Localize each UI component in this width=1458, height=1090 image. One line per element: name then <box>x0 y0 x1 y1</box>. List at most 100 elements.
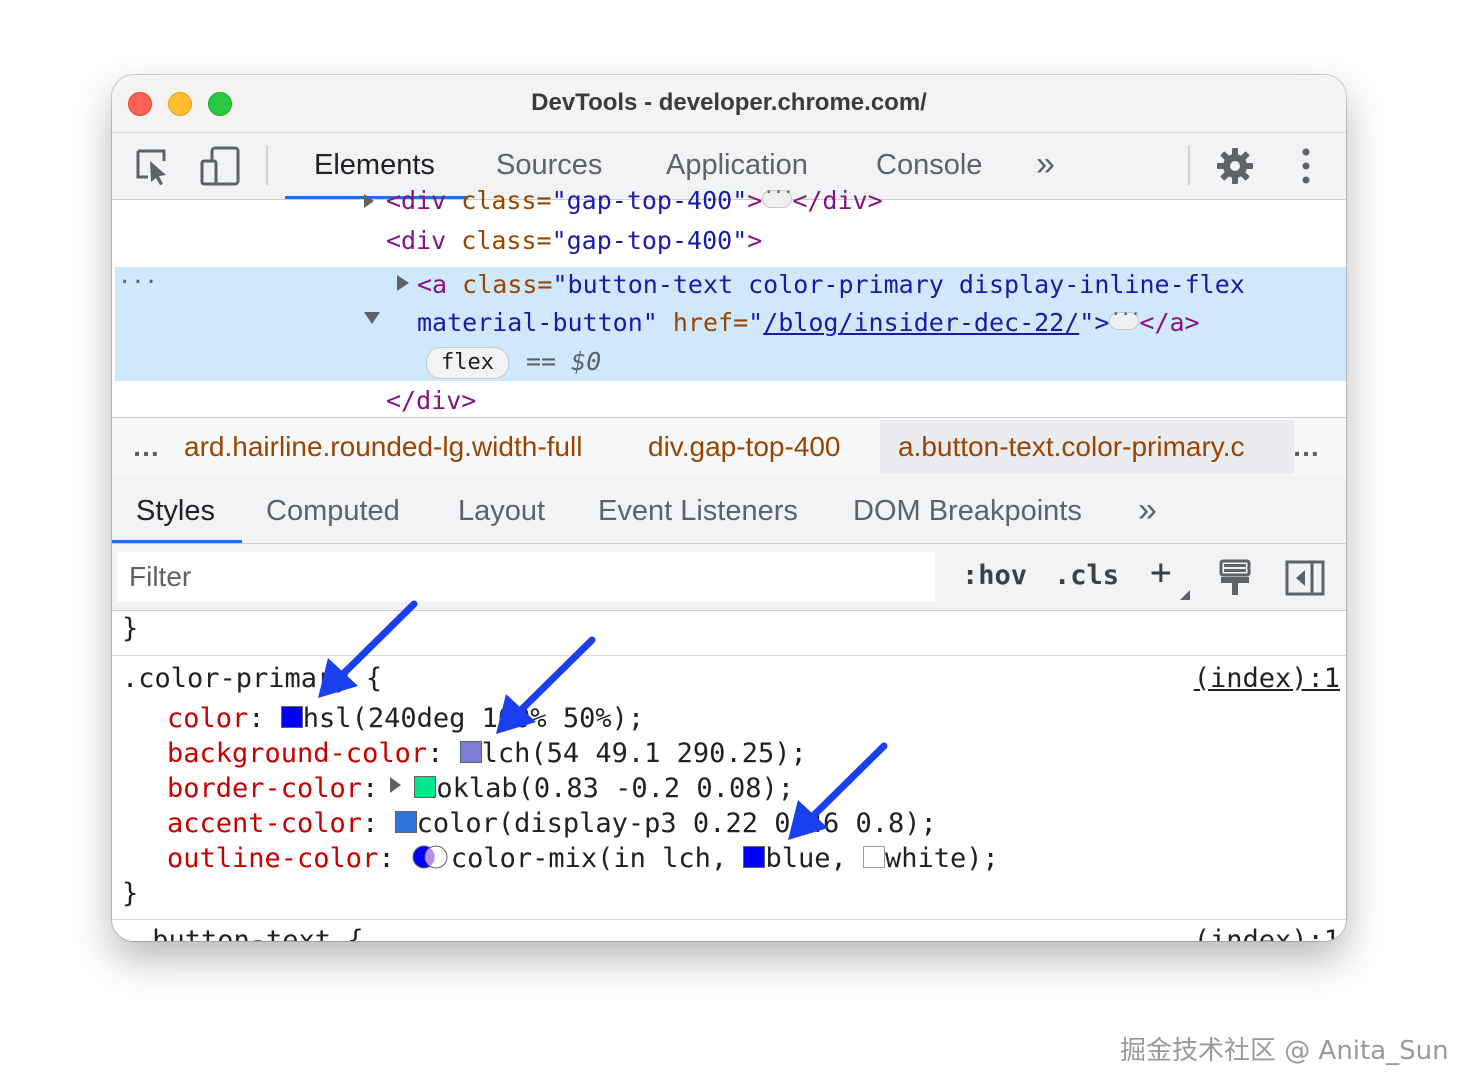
tab-sources[interactable]: Sources <box>496 149 602 182</box>
property-value: color(display-p3 0.22 0.46 0.8); <box>416 808 937 839</box>
breadcrumb: … ard.hairline.rounded-lg.width-full div… <box>112 417 1346 477</box>
collapse-triangle-icon[interactable] <box>364 312 380 324</box>
active-subtab-indicator <box>112 540 242 543</box>
flex-badge[interactable]: flex <box>426 347 509 379</box>
property-name: color <box>167 703 249 734</box>
declaration-accent-color[interactable]: accent-color: color(display-p3 0.22 0.46… <box>167 808 937 839</box>
tag-open: <div <box>386 186 447 215</box>
rule-selector[interactable]: .color-primary { <box>122 663 382 694</box>
dom-node-line-continued[interactable]: material-button" href="/blog/insider-dec… <box>417 304 1200 337</box>
window-title: DevTools - developer.chrome.com/ <box>531 89 927 116</box>
color-swatch[interactable] <box>743 845 766 868</box>
toolbar-separator <box>266 145 268 185</box>
rule-selector[interactable]: .button-text { <box>136 925 364 941</box>
property-value: oklab(0.83 -0.2 0.08); <box>436 773 794 804</box>
kebab-menu-icon[interactable] <box>1298 147 1314 190</box>
tag-end: </a> <box>1139 308 1200 337</box>
attr-value: "gap-top-400" <box>551 226 748 255</box>
declaration-color[interactable]: color: hsl(240deg 100% 50%); <box>167 703 644 734</box>
attr-name: class= <box>446 226 552 255</box>
color-swatch[interactable] <box>863 845 885 868</box>
property-value: blue, <box>765 843 847 874</box>
breadcrumb-item-selected[interactable]: a.button-text.color-primary.c <box>880 420 1294 474</box>
declaration-border-color[interactable]: border-color: oklab(0.83 -0.2 0.08); <box>167 773 794 804</box>
attr-value: "button-text color-primary display-inlin… <box>552 270 1245 299</box>
rule-divider <box>112 919 1346 920</box>
more-tabs-chevron-icon[interactable]: » <box>1138 491 1157 530</box>
tab-styles[interactable]: Styles <box>136 495 215 528</box>
property-value: white); <box>885 843 999 874</box>
property-name: background-color <box>167 738 428 769</box>
property-name: accent-color <box>167 808 363 839</box>
toggle-sidebar-icon[interactable] <box>1285 560 1325 601</box>
attr-quote: " <box>748 308 764 337</box>
expand-triangle-icon[interactable] <box>397 275 409 291</box>
color-swatch[interactable] <box>414 775 437 798</box>
dom-node-line-selected[interactable]: <a class="button-text color-primary disp… <box>417 270 1245 299</box>
collapsed-content-icon[interactable] <box>1109 304 1140 330</box>
tag-close: > <box>747 186 763 215</box>
elements-dom-tree: <div class="gap-top-400"></div> <div cla… <box>112 182 1346 416</box>
color-swatch[interactable] <box>459 740 482 763</box>
tag-open: <a <box>417 270 448 299</box>
tab-computed[interactable]: Computed <box>266 495 400 528</box>
color-swatch[interactable] <box>280 705 303 728</box>
sidebar-tabs: Styles Computed Layout Event Listeners D… <box>112 476 1346 544</box>
settings-gear-icon[interactable] <box>1216 147 1254 190</box>
equals-sign: == <box>526 347 557 376</box>
breadcrumb-scroll-left[interactable]: … <box>132 431 160 463</box>
breadcrumb-item[interactable]: ard.hairline.rounded-lg.width-full <box>184 431 582 463</box>
tag-open: <div <box>386 226 447 255</box>
dom-node-line[interactable]: <div class="gap-top-400"> </div> <box>386 182 883 215</box>
property-name: outline-color <box>167 843 379 874</box>
attr-value: material-button" <box>417 308 658 337</box>
breadcrumb-scroll-right[interactable]: … <box>1292 431 1320 463</box>
class-toggle[interactable]: .cls <box>1054 560 1119 591</box>
dropdown-corner-icon <box>1180 590 1190 600</box>
rule-source-link[interactable]: (index):1 <box>1194 663 1340 694</box>
tab-console[interactable]: Console <box>876 149 982 182</box>
rule-close-brace: } <box>122 878 139 909</box>
rule-divider <box>112 655 1346 656</box>
dom-node-line[interactable]: </div> <box>386 386 476 415</box>
rule-close-brace: } <box>122 613 139 644</box>
tab-application[interactable]: Application <box>666 149 808 182</box>
collapsed-content-icon[interactable] <box>762 182 793 208</box>
paint-brush-icon[interactable] <box>1218 558 1252 603</box>
styles-pane: } .color-primary { (index):1 color: hsl(… <box>112 611 1346 941</box>
breadcrumb-item[interactable]: div.gap-top-400 <box>648 431 841 463</box>
tag-end: </div> <box>386 386 477 415</box>
color-swatch[interactable] <box>394 810 417 833</box>
attr-quote: "> <box>1079 308 1110 337</box>
href-link[interactable]: /blog/insider-dec-22/ <box>763 308 1079 337</box>
filter-input[interactable] <box>117 552 935 602</box>
expand-triangle-icon[interactable] <box>364 194 374 208</box>
inspect-element-icon[interactable] <box>134 147 174 192</box>
declaration-outline-color[interactable]: outline-color: color-mix(in lch, blue, w… <box>167 843 999 874</box>
dom-node-line[interactable]: <div class="gap-top-400"> <box>386 226 762 255</box>
more-tabs-chevron-icon[interactable]: » <box>1036 145 1055 184</box>
tab-dom-breakpoints[interactable]: DOM Breakpoints <box>853 495 1082 528</box>
rule-source-link[interactable]: (index):1 <box>1194 925 1340 941</box>
toolbar-separator <box>1188 145 1190 185</box>
attr-name: class= <box>447 270 553 299</box>
attr-name: class= <box>446 186 552 215</box>
new-style-rule-button[interactable]: + <box>1150 552 1172 593</box>
selected-ref: == $0 <box>526 347 601 376</box>
color-mix-swatch-icon[interactable] <box>411 844 451 870</box>
tag-end: </div> <box>792 186 883 215</box>
property-value: lch(54 49.1 290.25); <box>481 738 807 769</box>
dollar-zero: $0 <box>571 347 602 376</box>
property-value: hsl(240deg 100% 50%); <box>302 703 645 734</box>
declaration-background-color[interactable]: background-color: lch(54 49.1 290.25); <box>167 738 807 769</box>
tab-event-listeners[interactable]: Event Listeners <box>598 495 798 528</box>
tab-elements[interactable]: Elements <box>314 149 435 182</box>
hover-state-toggle[interactable]: :hov <box>962 560 1027 591</box>
styles-filter-bar: :hov .cls + <box>112 544 1346 611</box>
node-actions-dots[interactable]: ··· <box>118 270 158 295</box>
title-bar: DevTools - developer.chrome.com/ <box>112 75 1346 133</box>
device-toggle-icon[interactable] <box>200 145 242 192</box>
tab-layout[interactable]: Layout <box>458 495 545 528</box>
devtools-window: DevTools - developer.chrome.com/ Element… <box>112 75 1346 941</box>
attr-name: href= <box>657 308 749 337</box>
